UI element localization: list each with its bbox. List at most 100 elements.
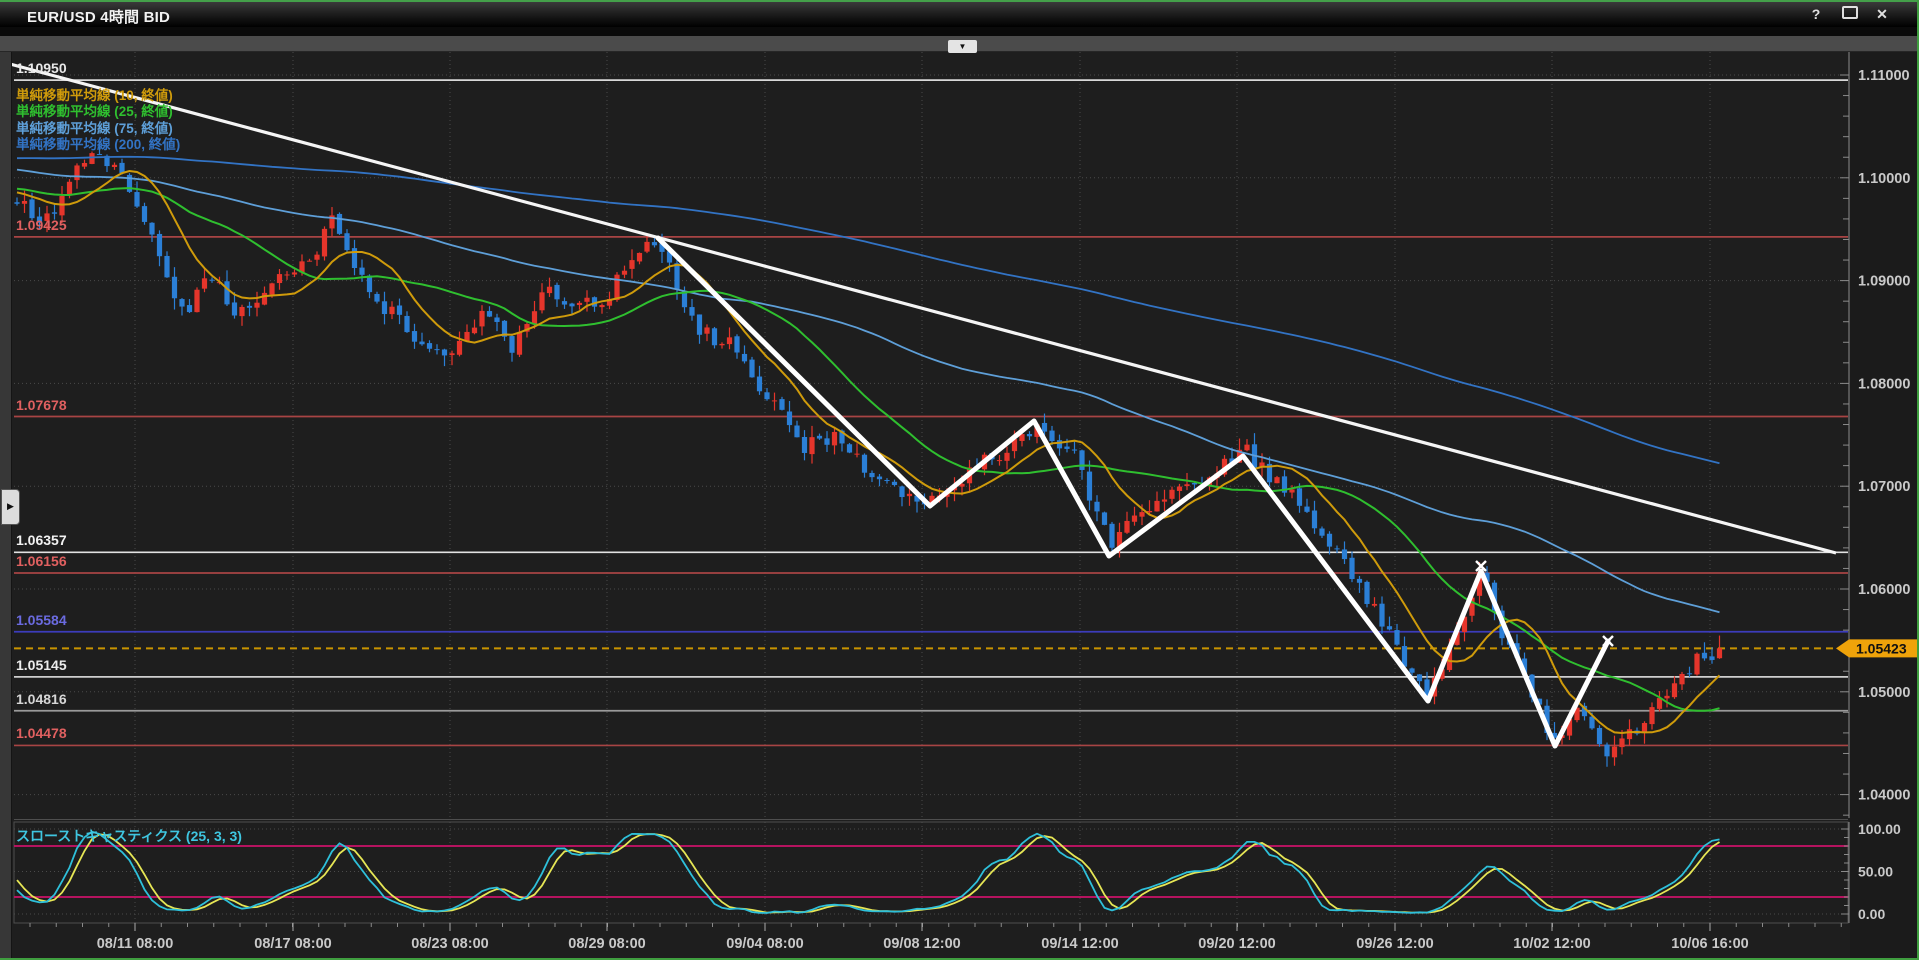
price-line-label: 1.04816	[16, 691, 67, 707]
candle-body	[1049, 431, 1054, 441]
candle-body	[89, 153, 94, 164]
candle-body	[614, 275, 619, 300]
candle-body	[704, 327, 709, 333]
candle-body	[727, 337, 732, 344]
x-axis-label: 08/11 08:00	[97, 936, 174, 952]
chart-window: スローストキャスティクス (25, 3, 3)1.110001.100001.0…	[0, 0, 1919, 960]
candle-body	[1364, 582, 1369, 604]
price-line-label: 1.07678	[16, 397, 67, 413]
chart-canvas[interactable]: スローストキャスティクス (25, 3, 3)1.110001.100001.0…	[0, 0, 1919, 960]
candle-body	[254, 303, 259, 308]
candle-body	[232, 302, 237, 315]
stoch-axis-label: 0.00	[1858, 906, 1885, 922]
stoch-label: スローストキャスティクス (25, 3, 3)	[16, 828, 242, 844]
candle-body	[247, 306, 252, 308]
x-axis-label: 10/06 16:00	[1671, 936, 1748, 952]
sma-legend-item: 単純移動平均線 (75, 終値)	[16, 121, 180, 137]
candle-body	[1627, 729, 1632, 739]
candle-body	[149, 223, 154, 235]
side-panel-expand-tab[interactable]: ▶	[1, 489, 20, 525]
candle-body	[449, 353, 454, 355]
candle-body	[712, 328, 717, 345]
price-line-label: 1.04478	[16, 725, 67, 741]
candle-body	[1312, 511, 1317, 529]
maximize-button[interactable]	[1839, 6, 1861, 22]
price-line-label: 1.06156	[16, 553, 67, 569]
candle-body	[719, 344, 724, 345]
candle-body	[1649, 707, 1654, 724]
x-axis-label: 09/20 12:00	[1198, 936, 1275, 952]
candle-body	[1087, 472, 1092, 501]
candle-body	[899, 486, 904, 497]
candle-body	[112, 165, 117, 167]
candle-body	[1004, 453, 1009, 461]
candle-body	[1417, 674, 1422, 681]
candle-body	[1064, 447, 1069, 449]
candle-body	[869, 473, 874, 477]
candle-body	[764, 392, 769, 399]
y-axis-label: 1.06000	[1858, 582, 1910, 598]
candle-body	[262, 293, 267, 305]
y-axis-label: 1.07000	[1858, 479, 1910, 495]
candle-body	[1409, 668, 1414, 672]
candle-body	[142, 206, 147, 222]
y-axis-label: 1.09000	[1858, 274, 1910, 290]
candle-body	[494, 317, 499, 322]
candle-body	[824, 438, 829, 444]
candle-body	[1319, 529, 1324, 536]
candle-body	[1372, 604, 1377, 606]
sma-legend: 単純移動平均線 (10, 終値)単純移動平均線 (25, 終値)単純移動平均線 …	[16, 88, 180, 154]
candle-body	[794, 426, 799, 438]
title-bar[interactable]: EUR/USD 4時間 BID ? ✕	[0, 0, 1919, 27]
candle-body	[209, 280, 214, 281]
price-line-label: 1.06357	[16, 532, 67, 548]
candle-body	[382, 301, 387, 314]
close-button[interactable]: ✕	[1871, 6, 1893, 23]
x-axis-label: 09/26 12:00	[1356, 936, 1433, 952]
candle-body	[644, 242, 649, 252]
candle-body	[697, 314, 702, 334]
candle-body	[802, 437, 807, 453]
candle-body	[1597, 728, 1602, 744]
candle-body	[337, 214, 342, 234]
window-title: EUR/USD 4時間 BID	[27, 6, 170, 27]
candle-body	[1244, 445, 1249, 451]
candle-body	[1184, 484, 1189, 486]
candle-body	[374, 294, 379, 302]
candle-body	[314, 255, 319, 260]
candle-body	[1124, 521, 1129, 533]
candle-body	[479, 311, 484, 326]
candle-body	[1379, 604, 1384, 627]
candle-body	[1177, 487, 1182, 491]
candle-body	[584, 298, 589, 302]
candle-body	[509, 336, 514, 353]
candle-body	[554, 285, 559, 299]
candle-body	[457, 341, 462, 355]
candle-body	[847, 444, 852, 452]
candle-body	[1327, 534, 1332, 547]
candle-body	[52, 212, 57, 213]
candle-body	[1304, 507, 1309, 512]
price-line-label: 1.05145	[16, 657, 67, 673]
candle-body	[134, 192, 139, 207]
toolbar-collapse-button[interactable]: ▼	[948, 40, 977, 53]
candle-body	[472, 328, 477, 334]
candle-body	[157, 234, 162, 256]
help-button[interactable]: ?	[1805, 6, 1827, 22]
x-axis-label: 08/23 08:00	[411, 936, 488, 952]
y-axis-label: 1.11000	[1858, 68, 1910, 84]
candle-body	[22, 201, 27, 204]
candle-body	[29, 199, 34, 218]
candle-body	[997, 460, 1002, 461]
candle-body	[854, 454, 859, 455]
candle-body	[284, 274, 289, 275]
candle-body	[577, 303, 582, 305]
candle-body	[97, 154, 102, 155]
candle-body	[757, 377, 762, 392]
candle-body	[1027, 434, 1032, 436]
candle-body	[734, 336, 739, 352]
sma-legend-item: 単純移動平均線 (10, 終値)	[16, 88, 180, 104]
candle-body	[1057, 440, 1062, 448]
candle-body	[1132, 516, 1137, 522]
candle-body	[164, 256, 169, 277]
